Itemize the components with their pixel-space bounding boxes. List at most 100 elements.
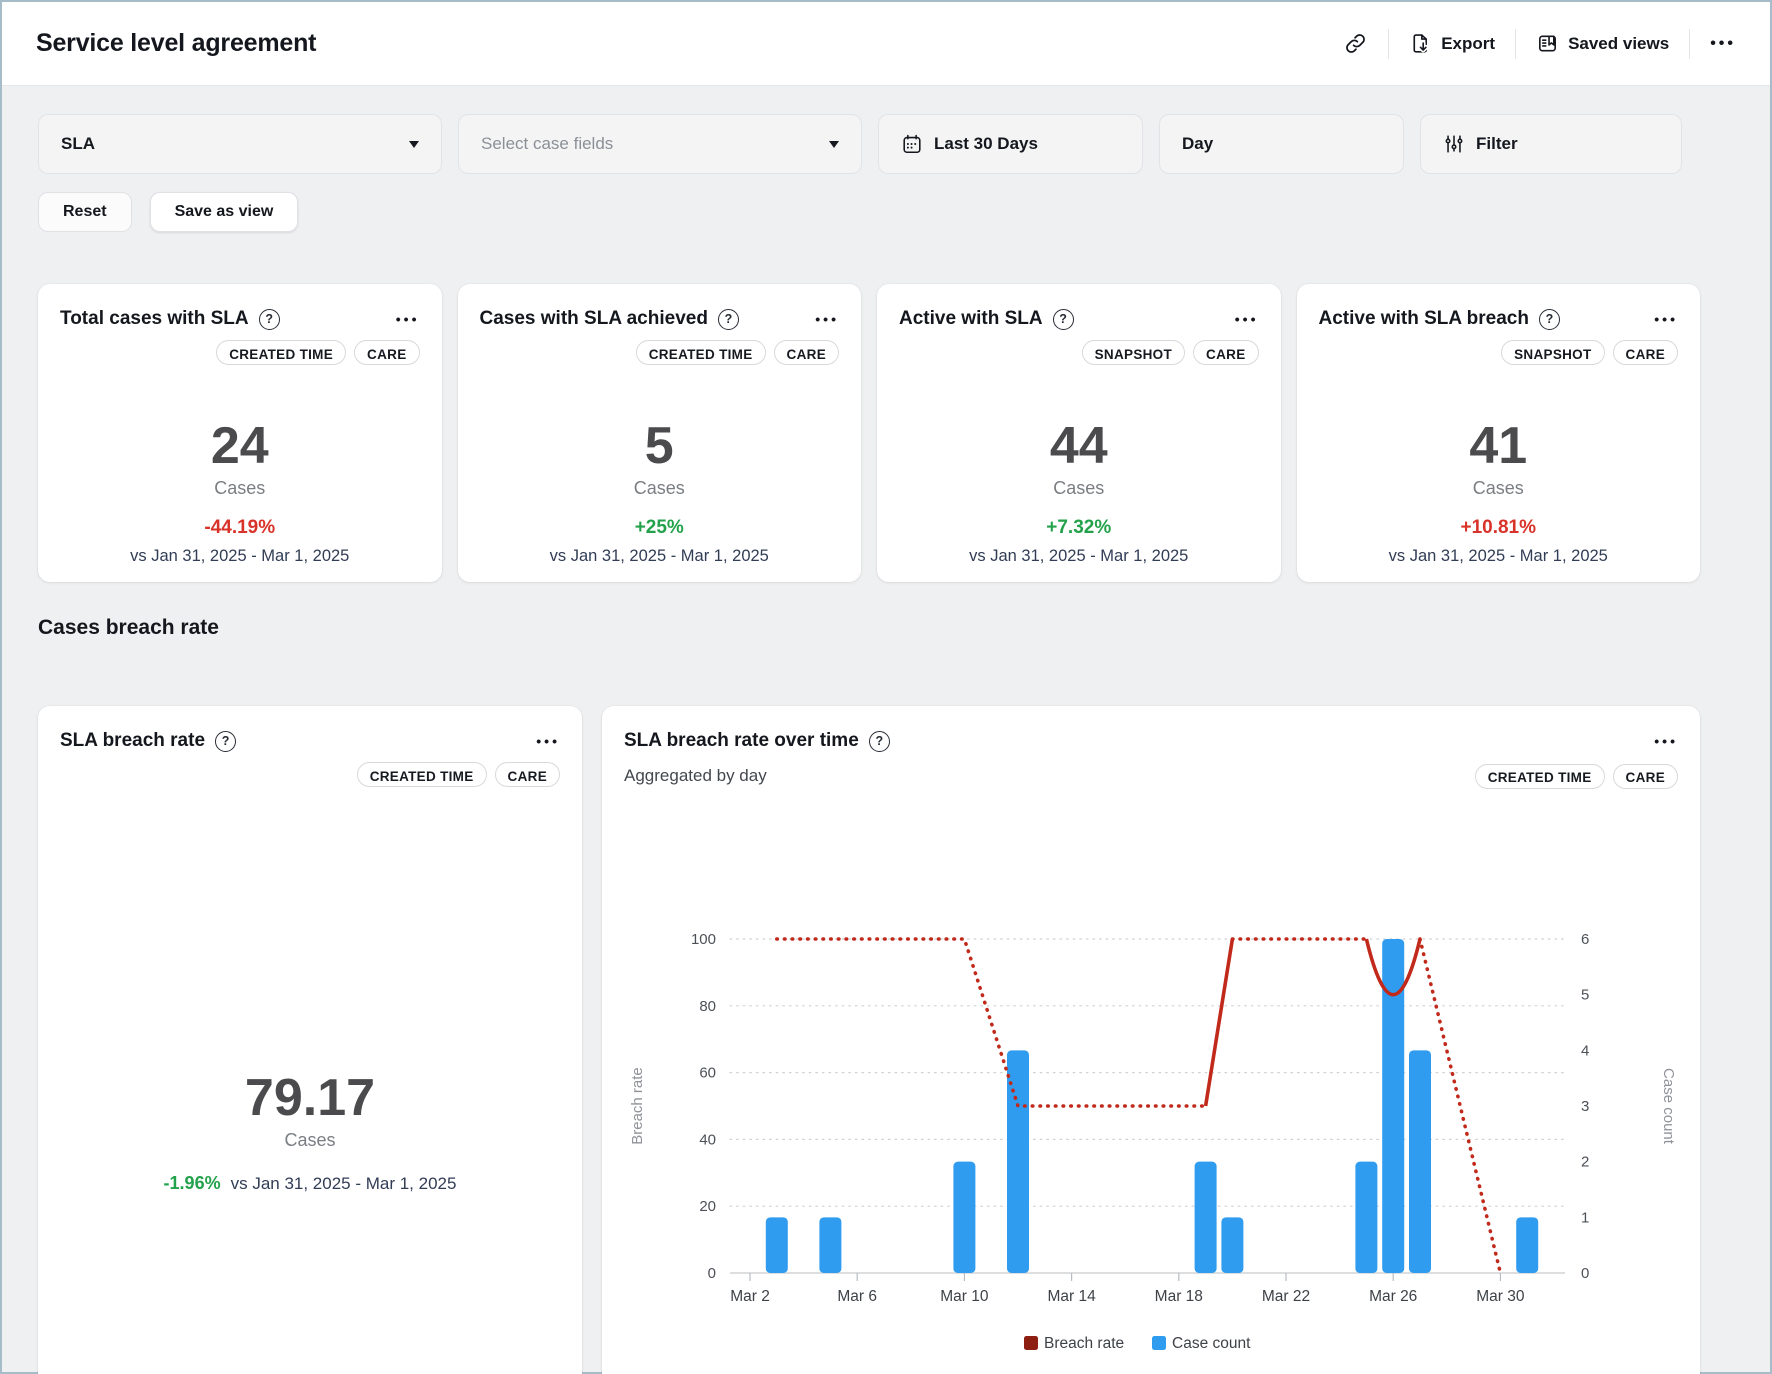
dashboard-content: SLA Select case fields Last 30 Days Day	[2, 86, 1770, 1374]
saved-views-button[interactable]: Saved views	[1536, 32, 1669, 55]
card-more-menu[interactable]: •••	[1235, 311, 1259, 327]
kpi-card-total-cases-with-sla: Total cases with SLA ? ••• CREATED TIME …	[38, 284, 442, 582]
reset-button[interactable]: Reset	[38, 192, 132, 232]
svg-text:3: 3	[1581, 1098, 1589, 1115]
kpi-unit: Cases	[1319, 478, 1679, 499]
kpi-card-cases-with-sla-achieved: Cases with SLA achieved ? ••• CREATED TI…	[458, 284, 862, 582]
svg-text:60: 60	[699, 1065, 716, 1082]
kpi-value: 24	[60, 418, 420, 474]
page-header: Service level agreement Export	[2, 2, 1770, 86]
case-fields-select[interactable]: Select case fields	[458, 114, 862, 174]
kpi-change: -44.19%	[60, 517, 420, 539]
filter-button[interactable]: Filter	[1420, 114, 1682, 174]
sla-breach-rate-card: SLA breach rate ? ••• CREATED TIME CARE …	[38, 706, 582, 1374]
badge-care: CARE	[354, 340, 419, 365]
help-icon[interactable]: ?	[718, 309, 739, 330]
svg-text:Mar 6: Mar 6	[837, 1288, 877, 1305]
chevron-down-icon	[409, 141, 419, 148]
svg-text:2: 2	[1581, 1154, 1589, 1171]
chart-subtitle: Aggregated by day	[624, 766, 767, 786]
svg-text:Breach rate: Breach rate	[1044, 1335, 1124, 1352]
help-icon[interactable]: ?	[869, 731, 890, 752]
sla-breach-rate-over-time-card: SLA breach rate over time ? ••• Aggregat…	[602, 706, 1700, 1374]
svg-text:0: 0	[1581, 1265, 1589, 1282]
card-more-menu[interactable]: •••	[815, 311, 839, 327]
kpi-change: +10.81%	[1319, 517, 1679, 539]
badge-care: CARE	[1193, 340, 1258, 365]
export-label: Export	[1441, 34, 1495, 54]
kpi-change: +25%	[480, 517, 840, 539]
header-divider	[1515, 29, 1516, 59]
date-range-value: Last 30 Days	[934, 134, 1038, 154]
filter-label: Filter	[1476, 134, 1518, 154]
filter-bar: SLA Select case fields Last 30 Days Day	[38, 114, 1700, 174]
metric-select[interactable]: SLA	[38, 114, 442, 174]
badge-created-time: CREATED TIME	[357, 762, 487, 787]
breach-rate-row: SLA breach rate ? ••• CREATED TIME CARE …	[38, 706, 1700, 1374]
badge-care: CARE	[1613, 340, 1678, 365]
kpi-unit: Cases	[480, 478, 840, 499]
card-title: SLA breach rate over time	[624, 730, 859, 752]
kpi-change: +7.32%	[899, 517, 1259, 539]
breach-rate-unit: Cases	[60, 1130, 560, 1151]
svg-text:80: 80	[699, 998, 716, 1015]
kpi-card-active-with-sla: Active with SLA ? ••• SNAPSHOT CARE 44 C…	[877, 284, 1281, 582]
svg-text:5: 5	[1581, 987, 1589, 1004]
kpi-unit: Cases	[899, 478, 1259, 499]
kpi-value: 41	[1319, 418, 1679, 474]
saved-views-icon	[1536, 32, 1559, 55]
help-icon[interactable]: ?	[259, 309, 280, 330]
granularity-select[interactable]: Day	[1159, 114, 1404, 174]
card-title: Cases with SLA achieved	[480, 308, 708, 330]
kpi-unit: Cases	[60, 478, 420, 499]
card-more-menu[interactable]: •••	[536, 733, 560, 749]
kpi-value: 44	[899, 418, 1259, 474]
kpi-comparison-period: vs Jan 31, 2025 - Mar 1, 2025	[899, 547, 1259, 566]
card-more-menu[interactable]: •••	[1654, 311, 1678, 327]
header-more-menu[interactable]: •••	[1710, 35, 1736, 53]
kpi-comparison-period: vs Jan 31, 2025 - Mar 1, 2025	[480, 547, 840, 566]
svg-text:Mar 18: Mar 18	[1155, 1288, 1203, 1305]
svg-text:Breach rate: Breach rate	[629, 1067, 646, 1145]
svg-text:Case count: Case count	[1172, 1335, 1251, 1352]
svg-text:4: 4	[1581, 1042, 1589, 1059]
export-button[interactable]: Export	[1409, 32, 1495, 55]
svg-text:1: 1	[1581, 1209, 1589, 1226]
saved-views-label: Saved views	[1568, 34, 1669, 54]
badge-care: CARE	[1613, 764, 1678, 789]
date-range-picker[interactable]: Last 30 Days	[878, 114, 1143, 174]
save-as-view-button[interactable]: Save as view	[150, 192, 299, 232]
breach-comparison-period: vs Jan 31, 2025 - Mar 1, 2025	[231, 1174, 457, 1193]
copy-link-icon[interactable]	[1343, 31, 1368, 56]
kpi-value: 5	[480, 418, 840, 474]
breach-rate-value: 79.17	[60, 1070, 560, 1126]
help-icon[interactable]: ?	[215, 731, 236, 752]
kpi-card-active-with-sla-breach: Active with SLA breach ? ••• SNAPSHOT CA…	[1297, 284, 1701, 582]
kpi-comparison-period: vs Jan 31, 2025 - Mar 1, 2025	[60, 547, 420, 566]
svg-text:Mar 10: Mar 10	[940, 1288, 989, 1305]
kpi-comparison-period: vs Jan 31, 2025 - Mar 1, 2025	[1319, 547, 1679, 566]
svg-text:Mar 30: Mar 30	[1476, 1288, 1525, 1305]
header-divider	[1388, 29, 1389, 59]
help-icon[interactable]: ?	[1053, 309, 1074, 330]
page-title: Service level agreement	[36, 29, 316, 58]
badge-care: CARE	[774, 340, 839, 365]
export-icon	[1409, 32, 1432, 55]
card-more-menu[interactable]: •••	[396, 311, 420, 327]
header-divider	[1689, 29, 1690, 59]
metric-select-value: SLA	[61, 134, 95, 154]
card-more-menu[interactable]: •••	[1654, 733, 1678, 749]
card-title: Active with SLA breach	[1319, 308, 1529, 330]
filter-actions: Reset Save as view	[38, 192, 1700, 232]
kpi-cards-row: Total cases with SLA ? ••• CREATED TIME …	[38, 284, 1700, 582]
badge-snapshot: SNAPSHOT	[1082, 340, 1185, 365]
help-icon[interactable]: ?	[1539, 309, 1560, 330]
card-title: SLA breach rate	[60, 730, 205, 752]
card-title: Total cases with SLA	[60, 308, 249, 330]
svg-text:0: 0	[708, 1265, 716, 1282]
case-fields-placeholder: Select case fields	[481, 134, 613, 154]
granularity-value: Day	[1182, 134, 1213, 154]
breach-rate-chart: 0204060801000123456Mar 2Mar 6Mar 10Mar 1…	[624, 790, 1676, 1370]
chevron-down-icon	[829, 141, 839, 148]
svg-text:Mar 26: Mar 26	[1369, 1288, 1417, 1305]
